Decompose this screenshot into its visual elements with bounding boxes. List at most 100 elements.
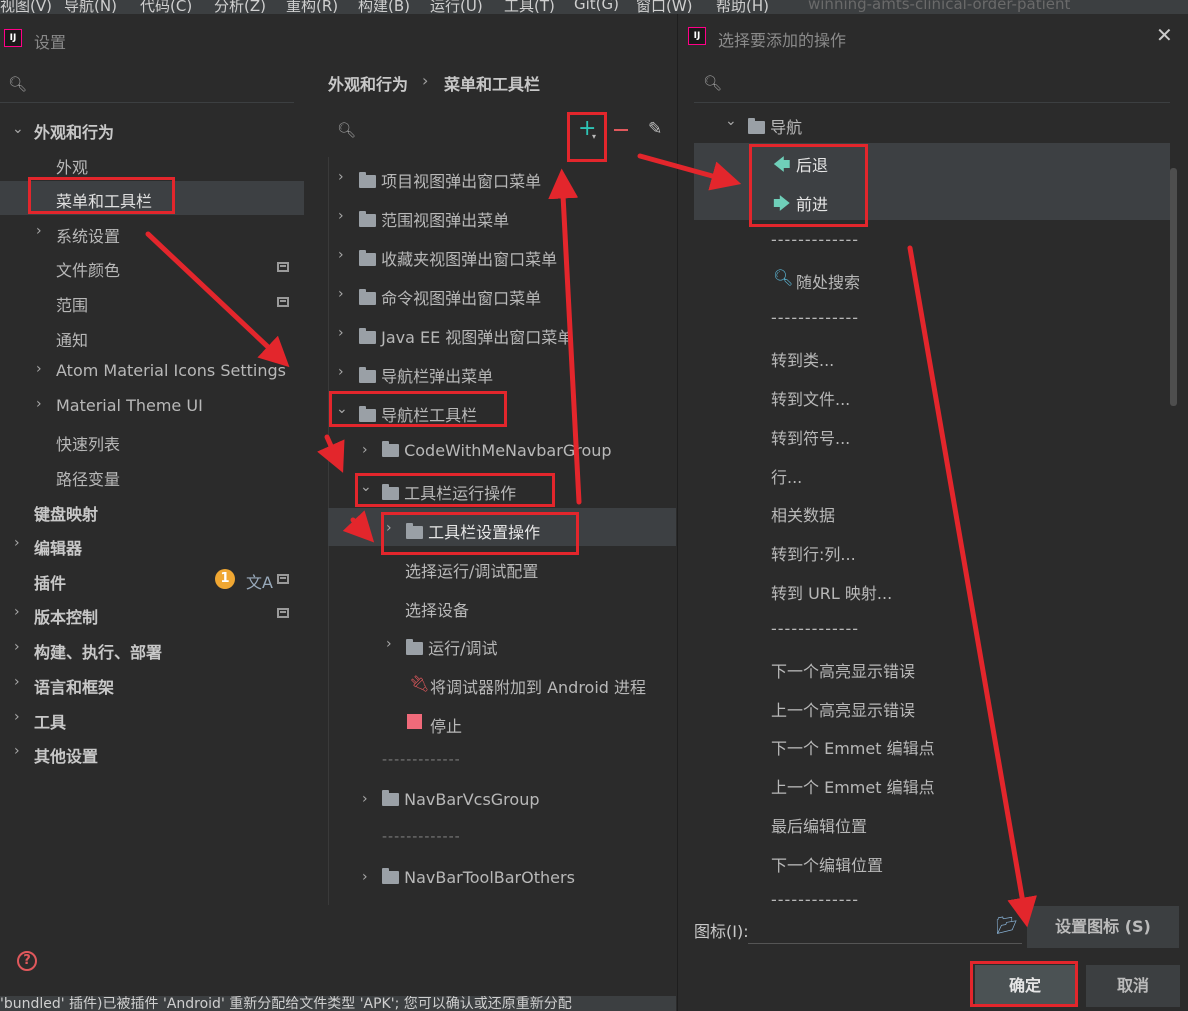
chevron-right-icon[interactable]: › (362, 791, 368, 807)
chevron-right-icon[interactable]: › (14, 743, 20, 759)
tree-item-select-run-config[interactable]: 选择运行/调试配置 (405, 558, 538, 582)
cancel-button[interactable]: 取消 (1086, 965, 1180, 1007)
action-separator[interactable]: ------------- (771, 308, 859, 327)
action-goto-symbol[interactable]: 转到符号... (771, 425, 850, 449)
folder-open-icon[interactable]: 📂︎ (996, 916, 1018, 936)
tree-item-select-device[interactable]: 选择设备 (405, 597, 469, 621)
chevron-right-icon[interactable]: › (362, 442, 368, 458)
tree-item-project-view[interactable]: 项目视图弹出窗口菜单 (359, 168, 541, 192)
tree-separator[interactable]: ------------- (382, 829, 461, 845)
action-goto-file[interactable]: 转到文件... (771, 386, 850, 410)
breadcrumb-parent[interactable]: 外观和行为 (328, 71, 408, 95)
chevron-right-icon[interactable]: › (362, 869, 368, 885)
menu-analyze[interactable]: 分析(Z) (214, 0, 266, 14)
menu-code[interactable]: 代码(C) (140, 0, 192, 14)
chevron-down-icon[interactable]: ⌄ (12, 121, 24, 137)
tree-item-commander-view[interactable]: 命令视图弹出窗口菜单 (359, 285, 541, 309)
action-separator[interactable]: ------------- (771, 890, 859, 904)
chevron-right-icon[interactable]: › (338, 286, 344, 302)
tree-item-run-debug[interactable]: 运行/调试 (406, 635, 498, 659)
chevron-right-icon[interactable]: › (338, 364, 344, 380)
menu-view[interactable]: 视图(V) (0, 0, 52, 14)
chevron-right-icon[interactable]: › (36, 396, 42, 412)
chevron-right-icon[interactable]: › (14, 709, 20, 725)
ok-button[interactable]: 确定 (975, 965, 1075, 1007)
remove-action-button[interactable] (614, 129, 628, 131)
nav-tools[interactable]: 工具 (34, 709, 66, 733)
chevron-right-icon[interactable]: › (338, 208, 344, 224)
chevron-right-icon[interactable]: › (14, 604, 20, 620)
action-group-navigate[interactable]: 导航 (748, 114, 802, 138)
close-icon[interactable]: ✕ (1156, 23, 1173, 47)
nav-file-colors[interactable]: 文件颜色 (56, 257, 120, 281)
action-back[interactable]: 后退 (796, 152, 828, 176)
action-search-everywhere[interactable]: 随处搜索 (796, 269, 860, 293)
tree-item-codewithme[interactable]: CodeWithMeNavbarGroup (382, 441, 612, 460)
tree-item-stop[interactable]: 停止 (430, 713, 462, 737)
nav-build[interactable]: 构建、执行、部署 (34, 639, 162, 663)
action-next-edit[interactable]: 下一个编辑位置 (771, 852, 883, 876)
action-line[interactable]: 行... (771, 464, 802, 488)
nav-vcs[interactable]: 版本控制 (34, 604, 98, 628)
tree-item-toolbar-run[interactable]: 工具栏运行操作 (382, 480, 516, 504)
chevron-right-icon[interactable]: › (338, 247, 344, 263)
action-related[interactable]: 相关数据 (771, 502, 835, 526)
help-icon[interactable]: ? (17, 951, 37, 971)
settings-search-icon[interactable]: 🔍︎ (8, 75, 27, 93)
action-prev-emmet[interactable]: 上一个 Emmet 编辑点 (771, 774, 935, 798)
nav-quick-lists[interactable]: 快速列表 (56, 431, 120, 455)
menu-git[interactable]: Git(G) (574, 0, 619, 13)
nav-editor[interactable]: 编辑器 (34, 535, 82, 559)
nav-path-variables[interactable]: 路径变量 (56, 466, 120, 490)
tree-item-navbar-popup[interactable]: 导航栏弹出菜单 (359, 363, 493, 387)
action-forward[interactable]: 前进 (796, 191, 828, 215)
action-goto-line-col[interactable]: 转到行:列... (771, 541, 856, 565)
chevron-right-icon[interactable]: › (36, 223, 42, 239)
nav-notifications[interactable]: 通知 (56, 327, 88, 351)
menu-navigate[interactable]: 导航(N) (64, 0, 117, 14)
chevron-down-icon[interactable]: ⌄ (360, 479, 372, 495)
menu-tools[interactable]: 工具(T) (504, 0, 555, 14)
tree-item-javaee-view[interactable]: Java EE 视图弹出窗口菜单 (359, 324, 573, 348)
action-last-edit[interactable]: 最后编辑位置 (771, 813, 867, 837)
chevron-right-icon[interactable]: › (338, 325, 344, 341)
chevron-down-icon[interactable]: ⌄ (725, 113, 737, 129)
action-separator[interactable]: ------------- (771, 619, 859, 638)
tree-item-navbar-toolbar[interactable]: 导航栏工具栏 (359, 402, 477, 426)
tree-item-favorites-view[interactable]: 收藏夹视图弹出窗口菜单 (359, 246, 557, 270)
nav-plugins[interactable]: 插件 (34, 570, 66, 594)
nav-scopes[interactable]: 范围 (56, 292, 88, 316)
nav-keymap[interactable]: 键盘映射 (34, 501, 98, 525)
menu-run[interactable]: 运行(U) (430, 0, 483, 14)
chevron-right-icon[interactable]: › (386, 520, 392, 536)
tree-item-attach-debugger[interactable]: 将调试器附加到 Android 进程 (430, 674, 646, 698)
tree-separator[interactable]: ------------- (382, 752, 461, 768)
nav-atom-icons[interactable]: Atom Material Icons Settings (56, 361, 286, 380)
chevron-right-icon[interactable]: › (338, 169, 344, 185)
menu-window[interactable]: 窗口(W) (636, 0, 693, 14)
action-list-scrollbar[interactable] (1170, 168, 1177, 406)
set-icon-button[interactable]: 设置图标 (S) (1027, 906, 1179, 948)
tree-item-navbar-others[interactable]: NavBarToolBarOthers (382, 868, 575, 887)
chevron-right-icon[interactable]: › (14, 674, 20, 690)
chevron-right-icon[interactable]: › (14, 535, 20, 551)
nav-system-settings[interactable]: 系统设置 (56, 223, 120, 247)
chevron-right-icon[interactable]: › (386, 636, 392, 652)
action-separator[interactable]: ------------- (771, 230, 859, 249)
action-goto-class[interactable]: 转到类... (771, 347, 834, 371)
action-goto-url[interactable]: 转到 URL 映射... (771, 580, 892, 604)
edit-pencil-icon[interactable]: ✎ (648, 119, 662, 139)
nav-menus-toolbars[interactable]: 菜单和工具栏 (56, 188, 152, 212)
menu-build[interactable]: 构建(B) (358, 0, 410, 14)
action-next-error[interactable]: 下一个高亮显示错误 (771, 658, 915, 682)
nav-appearance-group[interactable]: 外观和行为 (34, 119, 114, 143)
tree-item-scope-view[interactable]: 范围视图弹出菜单 (359, 207, 509, 231)
chevron-right-icon[interactable]: › (14, 639, 20, 655)
nav-languages[interactable]: 语言和框架 (34, 674, 114, 698)
menu-search-icon[interactable]: 🔍︎ (337, 121, 356, 139)
nav-material-theme[interactable]: Material Theme UI (56, 396, 203, 415)
menu-help[interactable]: 帮助(H) (716, 0, 769, 14)
nav-appearance[interactable]: 外观 (56, 154, 88, 178)
chevron-down-icon[interactable]: ⌄ (336, 401, 348, 417)
tree-item-toolbar-settings[interactable]: 工具栏设置操作 (406, 519, 540, 543)
